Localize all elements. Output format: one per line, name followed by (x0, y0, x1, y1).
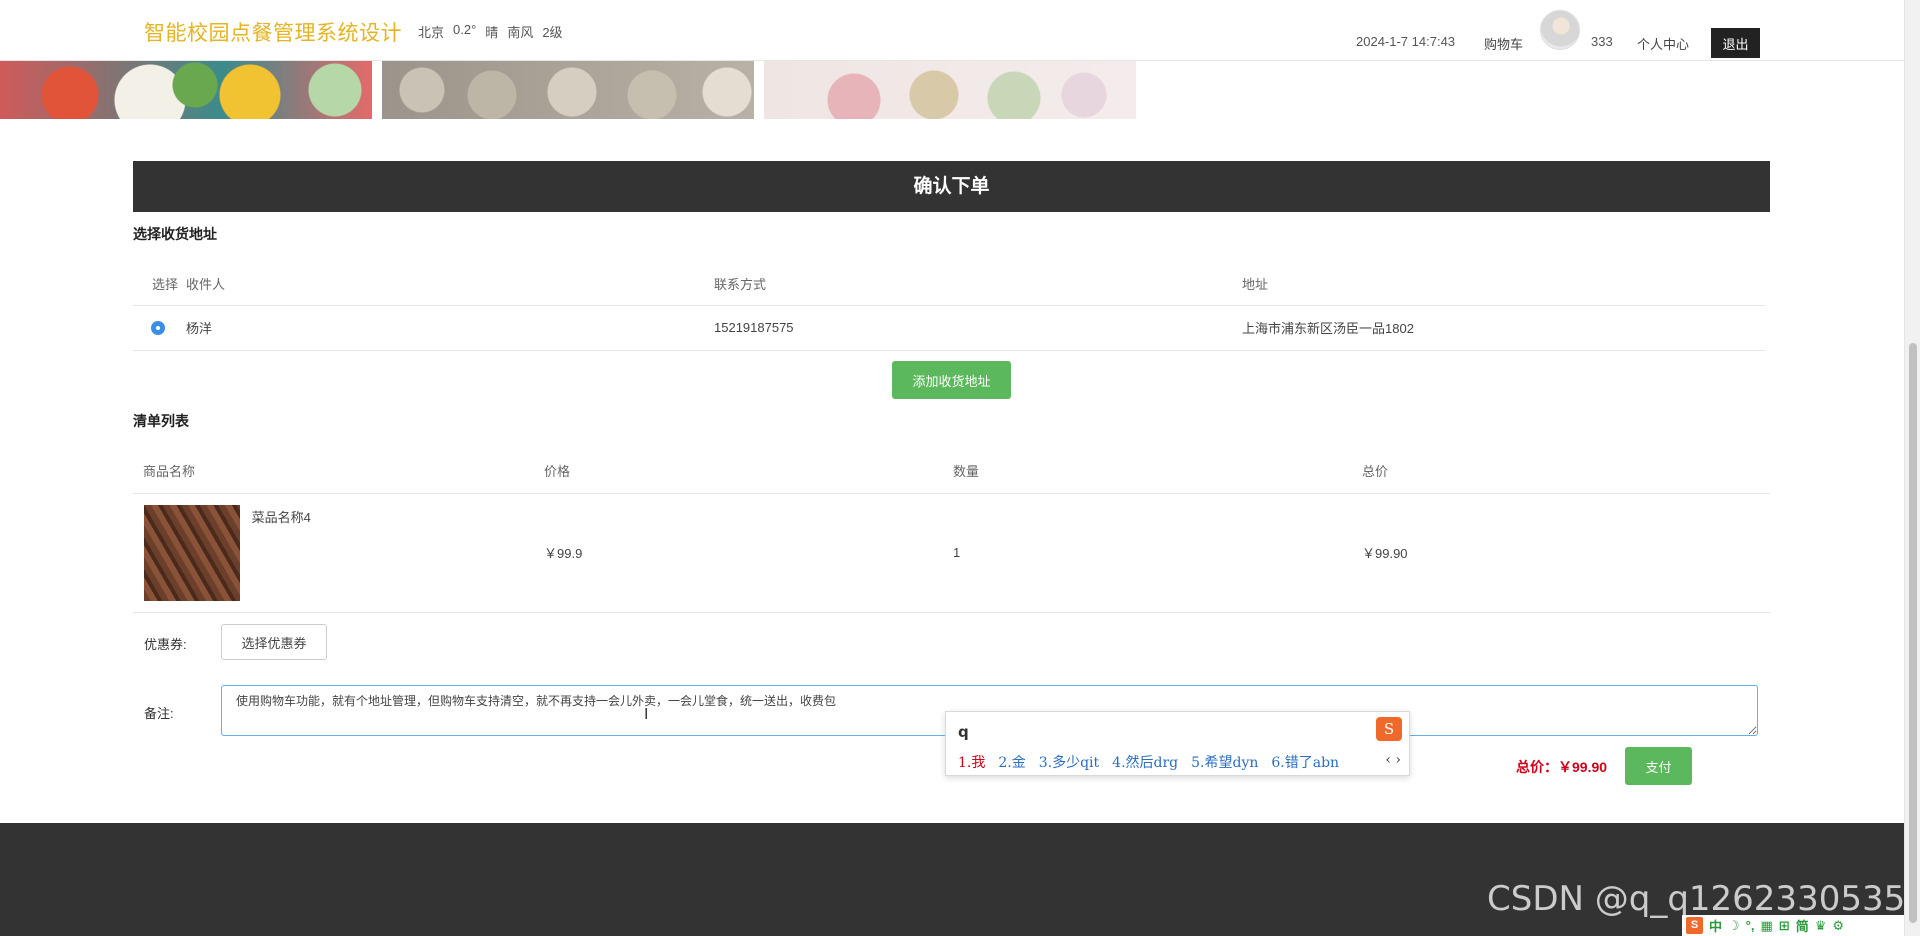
dish-total: ￥99.90 (1361, 492, 1770, 613)
ime-punct-icon[interactable]: °, (1746, 918, 1755, 933)
ime-candidate-popup: q S 1.我 2.金 3.多少qit 4.然后drg 5.希望dyn 6.错了… (945, 711, 1410, 776)
text-cursor-icon: Ⅰ (644, 706, 649, 723)
ime-grid-icon[interactable]: ⊞ (1779, 918, 1790, 934)
recipient-name: 杨洋 (186, 304, 714, 351)
ime-keyboard-icon[interactable]: ▦ (1760, 918, 1772, 934)
dish-name: 菜品名称4 (251, 509, 311, 525)
ime-simplified-icon[interactable]: 简 (1796, 916, 1809, 935)
page-scrollbar[interactable] (1904, 0, 1920, 936)
scrollbar-thumb[interactable] (1909, 343, 1917, 923)
select-coupon-button[interactable]: 选择优惠券 (221, 624, 327, 660)
col-address: 地址 (1242, 277, 1269, 293)
ime-settings-icon[interactable]: ⚙ (1832, 918, 1844, 934)
profile-link[interactable]: 个人中心 (1637, 34, 1689, 53)
col-quantity: 数量 (953, 463, 980, 479)
csdn-watermark: CSDN @q_q1262330535 (1487, 879, 1906, 919)
ime-candidate[interactable]: 4.然后drg (1112, 752, 1178, 772)
logout-button[interactable]: 退出 (1711, 28, 1760, 58)
order-table: 商品名称 价格 数量 总价 菜品名称4 ￥99.9 1 ￥99.90 (133, 448, 1770, 613)
confirm-order-title: 确认下单 (133, 161, 1770, 212)
address-radio[interactable] (151, 321, 165, 336)
order-list-title: 清单列表 (133, 413, 189, 429)
remark-label: 备注: (144, 706, 174, 721)
col-price: 价格 (544, 463, 571, 479)
ime-candidate[interactable]: 5.希望dyn (1191, 752, 1258, 772)
current-datetime: 2024-1-7 14:7:43 (1356, 34, 1456, 49)
coupon-label: 优惠券: (144, 637, 187, 652)
cart-link[interactable]: 购物车 (1484, 34, 1523, 53)
ime-status-tray: S 中 ☽ °, ▦ ⊞ 简 ♛ ⚙ (1682, 915, 1904, 936)
dish-quantity: 1 (952, 492, 1361, 613)
address-table: 选择 收件人 联系方式 地址 杨洋 15219187575 上海市浦东新区汤臣一… (133, 263, 1765, 351)
table-row[interactable]: 杨洋 15219187575 上海市浦东新区汤臣一品1802 (133, 304, 1765, 351)
ime-composition: q (958, 723, 969, 741)
ime-candidate[interactable]: 2.金 (998, 752, 1025, 772)
ime-skin-icon[interactable]: ♛ (1815, 918, 1827, 934)
col-total: 总价 (1362, 463, 1389, 479)
pay-button[interactable]: 支付 (1625, 747, 1692, 785)
username: 333 (1591, 34, 1613, 49)
ime-candidate[interactable]: 3.多少qit (1039, 752, 1099, 772)
address-section-title: 选择收货地址 (133, 226, 217, 242)
total-price: 总价：￥99.90 (1516, 759, 1608, 775)
ime-mode-icon[interactable]: 中 (1709, 916, 1722, 935)
ime-candidates: 1.我 2.金 3.多少qit 4.然后drg 5.希望dyn 6.错了abn (958, 752, 1339, 772)
ime-page-nav-icon[interactable]: ‹ › (1385, 752, 1401, 768)
sogou-tray-icon[interactable]: S (1686, 917, 1703, 934)
ime-moon-icon[interactable]: ☽ (1728, 918, 1740, 934)
col-dish-name: 商品名称 (143, 463, 196, 479)
ime-candidate[interactable]: 1.我 (958, 752, 985, 772)
top-header: 智能校园点餐管理系统设计 北京 0.2° 晴 南风 2级 2024-1-7 14… (0, 0, 1904, 61)
avatar[interactable] (1540, 10, 1580, 50)
col-phone: 联系方式 (714, 277, 767, 293)
sogou-logo-icon[interactable]: S (1376, 717, 1402, 741)
dish-image[interactable] (144, 504, 240, 601)
ime-candidate[interactable]: 6.错了abn (1271, 752, 1339, 772)
col-select: 选择 (152, 277, 179, 293)
dish-price: ￥99.9 (543, 492, 952, 613)
recipient-phone: 15219187575 (714, 304, 1242, 351)
recipient-address: 上海市浦东新区汤臣一品1802 (1242, 304, 1765, 351)
add-address-button[interactable]: 添加收货地址 (892, 361, 1011, 399)
col-recipient: 收件人 (186, 277, 226, 293)
table-row: 菜品名称4 ￥99.9 1 ￥99.90 (133, 492, 1770, 613)
